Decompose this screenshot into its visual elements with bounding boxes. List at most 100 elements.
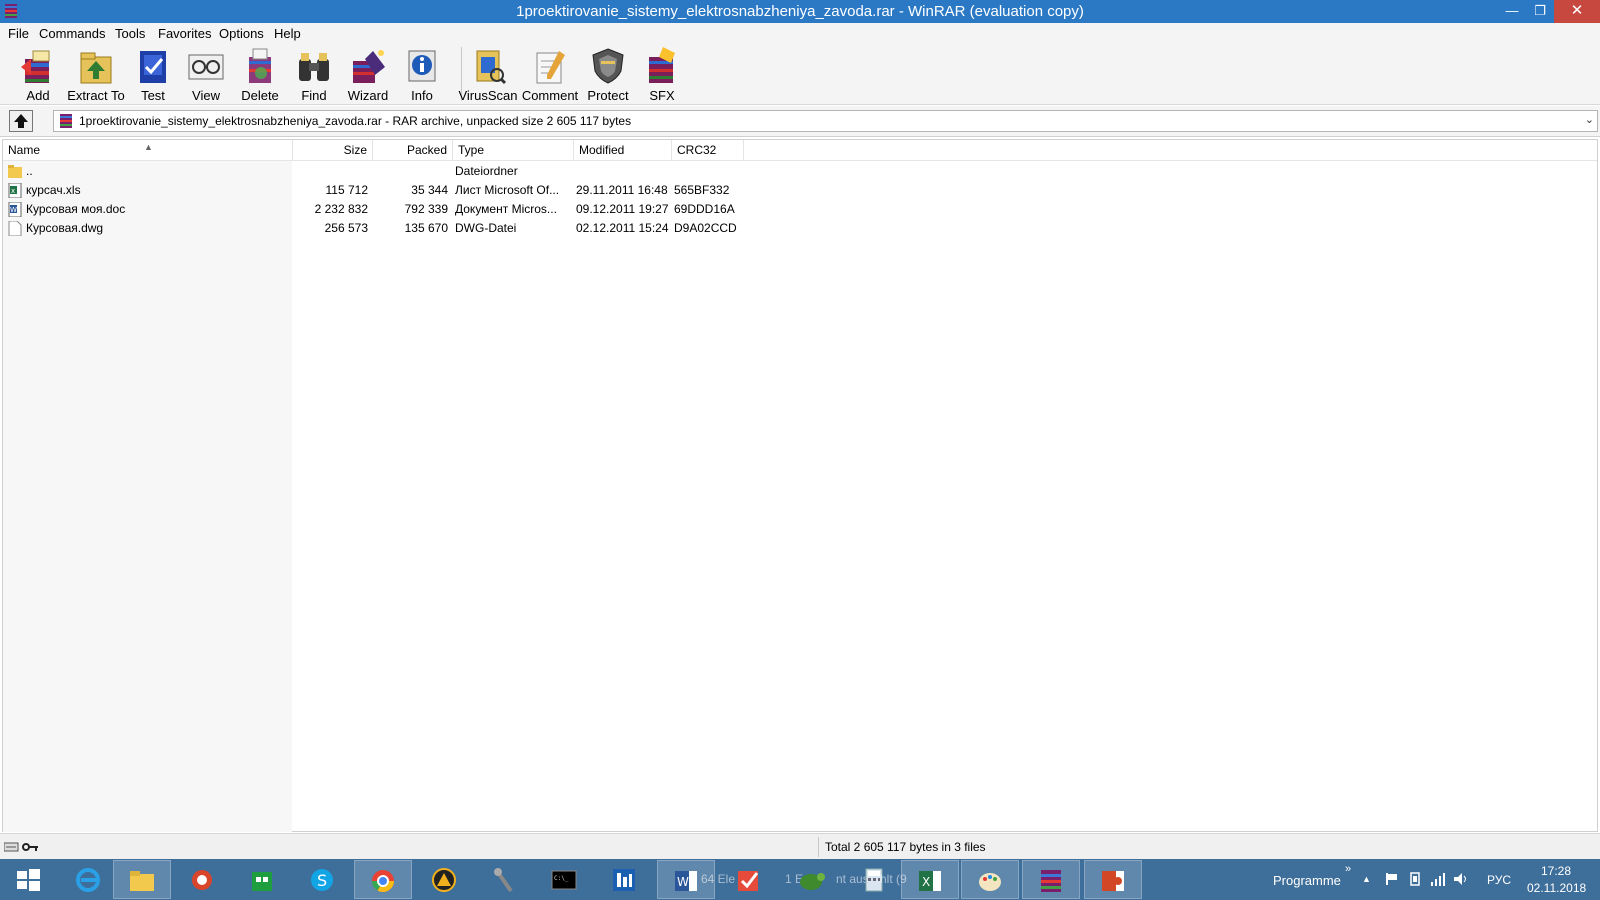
taskbar-chrome[interactable]	[354, 860, 412, 899]
column-header-size[interactable]: Size	[293, 140, 373, 161]
view-button[interactable]: View	[176, 45, 236, 103]
up-one-level-button[interactable]	[9, 110, 33, 132]
turtle-icon	[800, 873, 825, 890]
menu-help[interactable]: Help	[274, 26, 301, 41]
power-plug-icon[interactable]	[1407, 871, 1423, 887]
protect-label: Protect	[587, 88, 629, 103]
input-language-indicator[interactable]: РУС	[1487, 873, 1511, 887]
table-row[interactable]: Курсовая.dwg 256 573 135 670 DWG-Datei 0…	[3, 219, 1597, 238]
list-header: Name ▲ Size Packed Type Modified CRC32	[3, 140, 1597, 161]
table-row[interactable]: x курсач.xls 115 712 35 344 Лист Microso…	[3, 181, 1597, 200]
menu-favorites[interactable]: Favorites	[158, 26, 211, 41]
ccleaner-icon	[192, 870, 212, 890]
taskbar-command-prompt[interactable]: C:\_	[536, 860, 594, 899]
taskbar-settings-app[interactable]	[596, 860, 654, 899]
taskbar-winrar[interactable]	[1022, 860, 1080, 899]
clock-time[interactable]: 17:28	[1541, 864, 1571, 878]
taskbar-store[interactable]	[234, 860, 292, 899]
taskbar: S C:\_ W 64 Ele 1 E nt aus hlt (9 X Prog…	[0, 859, 1600, 900]
taskbar-file-explorer[interactable]	[113, 860, 171, 899]
address-field[interactable]: 1proektirovanie_sistemy_elektrosnabzheni…	[53, 110, 1598, 132]
winrar-icon	[1041, 870, 1061, 892]
sfx-button[interactable]: SFX	[632, 45, 692, 103]
comment-button[interactable]: Comment	[520, 45, 580, 103]
minimize-button[interactable]: —	[1498, 0, 1526, 23]
find-binoculars-icon	[299, 53, 329, 81]
view-label: View	[192, 88, 220, 103]
virusscan-icon	[476, 50, 507, 85]
chrome-icon	[372, 870, 394, 892]
programs-chevron-icon[interactable]: »	[1345, 863, 1351, 875]
taskbar-excel[interactable]: X	[901, 860, 959, 899]
column-header-packed[interactable]: Packed	[373, 140, 453, 161]
network-signal-icon[interactable]	[1430, 871, 1446, 887]
virusscan-button[interactable]: VirusScan	[458, 45, 518, 103]
skype-icon: S	[311, 869, 333, 891]
programs-toolbar-label[interactable]: Programme	[1273, 873, 1341, 888]
windows-logo-icon	[17, 869, 40, 891]
view-icon	[188, 54, 224, 80]
column-header-name[interactable]: Name ▲	[3, 140, 293, 161]
sfx-label: SFX	[649, 88, 675, 103]
menu-tools[interactable]: Tools	[115, 26, 145, 41]
menu-bar: File Commands Tools Favorites Options He…	[0, 23, 1600, 43]
address-bar: 1proektirovanie_sistemy_elektrosnabzheni…	[0, 106, 1600, 137]
taskbar-powerpoint[interactable]	[1084, 860, 1142, 899]
extract-to-button[interactable]: Extract To	[66, 45, 126, 103]
delete-icon	[249, 48, 271, 83]
action-center-flag-icon[interactable]	[1385, 872, 1399, 886]
protect-shield-icon	[592, 48, 624, 84]
taskbar-app-red[interactable]	[174, 860, 232, 899]
tray-show-hidden-icon[interactable]: ▲	[1362, 874, 1371, 884]
taskbar-microphone-app[interactable]	[476, 860, 534, 899]
address-dropdown-icon[interactable]: ⌄	[1585, 113, 1594, 126]
table-row[interactable]: W Курсовая моя.doc 2 232 832 792 339 Док…	[3, 200, 1597, 219]
column-header-crc32[interactable]: CRC32	[672, 140, 744, 161]
file-modified: 29.11.2011 16:48	[576, 183, 668, 197]
volume-speaker-icon[interactable]	[1453, 871, 1469, 887]
command-prompt-icon: C:\_	[551, 870, 577, 890]
file-name: ..	[26, 164, 33, 178]
file-size: 115 712	[325, 183, 369, 197]
add-button[interactable]: Add	[8, 45, 68, 103]
taskbar-checklist-app[interactable]	[720, 860, 778, 899]
wizard-label: Wizard	[347, 88, 389, 103]
test-button[interactable]: Test	[123, 45, 183, 103]
table-row[interactable]: .. Dateiordner	[3, 162, 1597, 181]
file-modified: 09.12.2011 19:27	[576, 202, 669, 216]
taskbar-internet-explorer[interactable]	[60, 860, 118, 899]
taskbar-paint[interactable]	[961, 860, 1019, 899]
file-type: Dateiordner	[455, 164, 518, 178]
taskbar-turtle-app[interactable]	[783, 860, 841, 899]
comment-icon	[536, 51, 565, 84]
file-size: 2 232 832	[314, 202, 368, 216]
file-modified: 02.12.2011 15:24	[576, 221, 669, 235]
restore-button[interactable]: ❐	[1526, 0, 1554, 23]
taskbar-skype[interactable]: S	[294, 860, 352, 899]
clock-date[interactable]: 02.11.2018	[1527, 881, 1586, 895]
protect-button[interactable]: Protect	[578, 45, 638, 103]
wizard-button[interactable]: Wizard	[338, 45, 398, 103]
menu-file[interactable]: File	[8, 26, 29, 41]
delete-button[interactable]: Delete	[230, 45, 290, 103]
taskbar-vlc-like-app[interactable]	[416, 860, 474, 899]
drive-key-icons[interactable]	[4, 840, 40, 854]
address-text: 1proektirovanie_sistemy_elektrosnabzheni…	[79, 114, 632, 128]
column-header-modified[interactable]: Modified	[574, 140, 672, 161]
start-button[interactable]	[0, 860, 58, 899]
status-bar: Total 2 605 117 bytes in 3 files	[0, 833, 1600, 859]
microphone-icon	[494, 868, 513, 893]
sfx-icon	[649, 47, 675, 83]
menu-commands[interactable]: Commands	[39, 26, 105, 41]
info-button[interactable]: Info	[392, 45, 452, 103]
find-button[interactable]: Find	[284, 45, 344, 103]
file-type: DWG-Datei	[455, 221, 517, 235]
name-column-background	[3, 161, 292, 832]
column-header-type[interactable]: Type	[453, 140, 574, 161]
menu-options[interactable]: Options	[219, 26, 264, 41]
file-name: Курсовая.dwg	[26, 221, 104, 235]
file-size: 256 573	[324, 221, 368, 235]
toolbar: Add Extract To Test View Delete Find Wiz…	[0, 43, 1600, 105]
close-button[interactable]: ✕	[1554, 0, 1600, 23]
rar-archive-icon	[60, 114, 72, 128]
